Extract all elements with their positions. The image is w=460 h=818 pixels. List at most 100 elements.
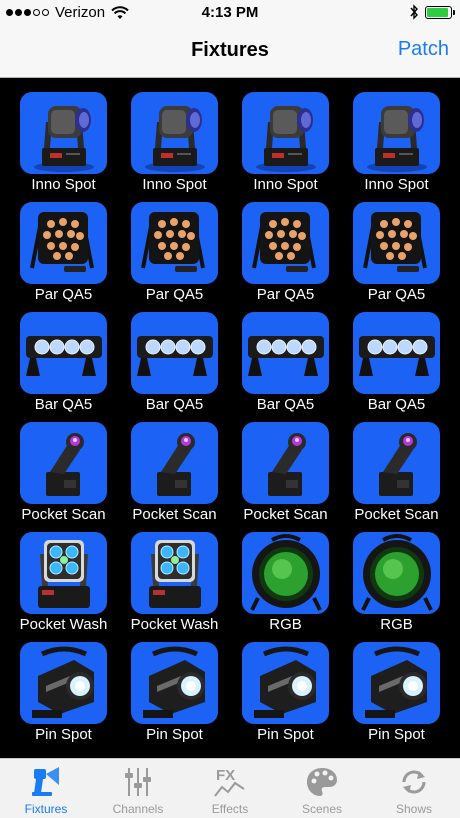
fixture-button[interactable] [131, 312, 218, 394]
fixture-label: Pocket Scan [132, 506, 217, 523]
fixture-label: Par QA5 [34, 286, 93, 303]
fixture-label: Pin Spot [368, 726, 425, 743]
fixture-button[interactable] [353, 532, 440, 614]
tab-shows[interactable]: Shows [368, 759, 460, 818]
battery-icon [425, 5, 455, 19]
moving-head-icon [34, 106, 94, 172]
fixture-cell[interactable]: Pin Spot [234, 632, 345, 743]
rgb-can-icon [361, 534, 433, 611]
fixture-button[interactable] [242, 422, 329, 504]
fixture-button[interactable] [242, 532, 329, 614]
par-light-icon [141, 212, 205, 272]
tab-label: Fixtures [24, 802, 68, 816]
fixture-label: Inno Spot [253, 176, 318, 193]
tab-scenes[interactable]: Scenes [276, 759, 368, 818]
light-bar-icon [248, 336, 324, 376]
fixture-label: Bar QA5 [256, 396, 315, 413]
fixture-cell[interactable]: Par QA5 [12, 192, 123, 303]
fixture-cell[interactable]: Bar QA5 [234, 302, 345, 413]
page-title: Fixtures [191, 39, 269, 61]
fixture-button[interactable] [20, 532, 107, 614]
fixture-cell[interactable]: Par QA5 [234, 192, 345, 303]
sliders-icon [121, 765, 155, 799]
fixture-cell[interactable]: RGB [234, 522, 345, 633]
fixture-button[interactable] [131, 422, 218, 504]
fixture-label: Pocket Scan [243, 506, 328, 523]
fixture-cell[interactable]: Pocket Scan [234, 412, 345, 523]
fixture-cell[interactable]: Pin Spot [123, 632, 234, 743]
scanner-icon [379, 433, 417, 496]
fixture-button[interactable] [20, 92, 107, 174]
fixture-label: Par QA5 [367, 286, 426, 303]
fixture-button[interactable] [20, 422, 107, 504]
fixture-label: Bar QA5 [145, 396, 204, 413]
fixture-button[interactable] [353, 92, 440, 174]
fixture-label: Pocket Wash [130, 616, 219, 633]
fixture-label: Par QA5 [256, 286, 315, 303]
fixture-icon [29, 765, 63, 799]
tab-channels[interactable]: Channels [92, 759, 184, 818]
battery-level [427, 7, 448, 17]
fixture-label: Inno Spot [31, 176, 96, 193]
fixture-button[interactable] [242, 92, 329, 174]
tab-effects[interactable]: FX Effects [184, 759, 276, 818]
fixture-button[interactable] [131, 642, 218, 724]
fixture-cell[interactable]: Pin Spot [345, 632, 456, 743]
fixture-cell[interactable]: Bar QA5 [123, 302, 234, 413]
moving-head-icon [256, 106, 316, 172]
fixture-label: RGB [380, 616, 413, 633]
fixture-button[interactable] [242, 642, 329, 724]
fixture-button[interactable] [20, 202, 107, 284]
fixture-button[interactable] [242, 202, 329, 284]
fixture-button[interactable] [353, 202, 440, 284]
fixture-cell[interactable]: Pin Spot [12, 632, 123, 743]
fixture-cell[interactable]: Pocket Wash [123, 522, 234, 633]
scanner-icon [46, 433, 84, 496]
pin-spot-icon [143, 646, 205, 718]
tab-fixtures[interactable]: Fixtures [0, 759, 92, 818]
fixture-button[interactable] [353, 312, 440, 394]
fixture-cell[interactable]: Pocket Scan [12, 412, 123, 523]
fixture-cell[interactable]: Pocket Scan [123, 412, 234, 523]
tab-label: Effects [211, 802, 249, 816]
fixture-cell[interactable]: Inno Spot [123, 82, 234, 193]
fixture-button[interactable] [131, 532, 218, 614]
fixture-label: Par QA5 [145, 286, 204, 303]
fixture-cell[interactable]: Inno Spot [12, 82, 123, 193]
status-bar: Verizon 4:13 PM [0, 0, 460, 26]
tab-label: Scenes [301, 802, 343, 816]
fixture-cell[interactable]: Inno Spot [345, 82, 456, 193]
fixture-cell[interactable]: Pocket Scan [345, 412, 456, 523]
par-light-icon [252, 212, 316, 272]
tab-bar: Fixtures Channels FX Effects Scenes Show… [0, 758, 460, 818]
navigation-bar: Fixtures Patch [0, 26, 460, 78]
svg-text:FX: FX [216, 767, 235, 784]
fixture-cell[interactable]: Bar QA5 [12, 302, 123, 413]
status-time: 4:13 PM [201, 4, 259, 21]
fixture-label: Inno Spot [364, 176, 429, 193]
fixture-button[interactable] [20, 312, 107, 394]
scanner-icon [268, 433, 306, 496]
fixture-button[interactable] [20, 642, 107, 724]
fixture-label: Pin Spot [35, 726, 92, 743]
tab-label: Shows [395, 802, 433, 816]
palette-icon [305, 765, 339, 799]
fixture-label: Pin Spot [257, 726, 314, 743]
fixture-cell[interactable]: Par QA5 [345, 192, 456, 303]
fixture-cell[interactable]: RGB [345, 522, 456, 633]
fixture-button[interactable] [131, 202, 218, 284]
fixture-button[interactable] [353, 642, 440, 724]
moving-head-icon [145, 106, 205, 172]
fixture-cell[interactable]: Pocket Wash [12, 522, 123, 633]
fixture-label: Pin Spot [146, 726, 203, 743]
light-bar-icon [137, 336, 213, 376]
fixture-button[interactable] [242, 312, 329, 394]
fixture-cell[interactable]: Bar QA5 [345, 302, 456, 413]
fixture-button[interactable] [131, 92, 218, 174]
fixture-cell[interactable]: Par QA5 [123, 192, 234, 303]
fixture-button[interactable] [353, 422, 440, 504]
scanner-icon [157, 433, 195, 496]
fixture-cell[interactable]: Inno Spot [234, 82, 345, 193]
fixture-label: RGB [269, 616, 302, 633]
patch-button[interactable]: Patch [398, 38, 449, 61]
